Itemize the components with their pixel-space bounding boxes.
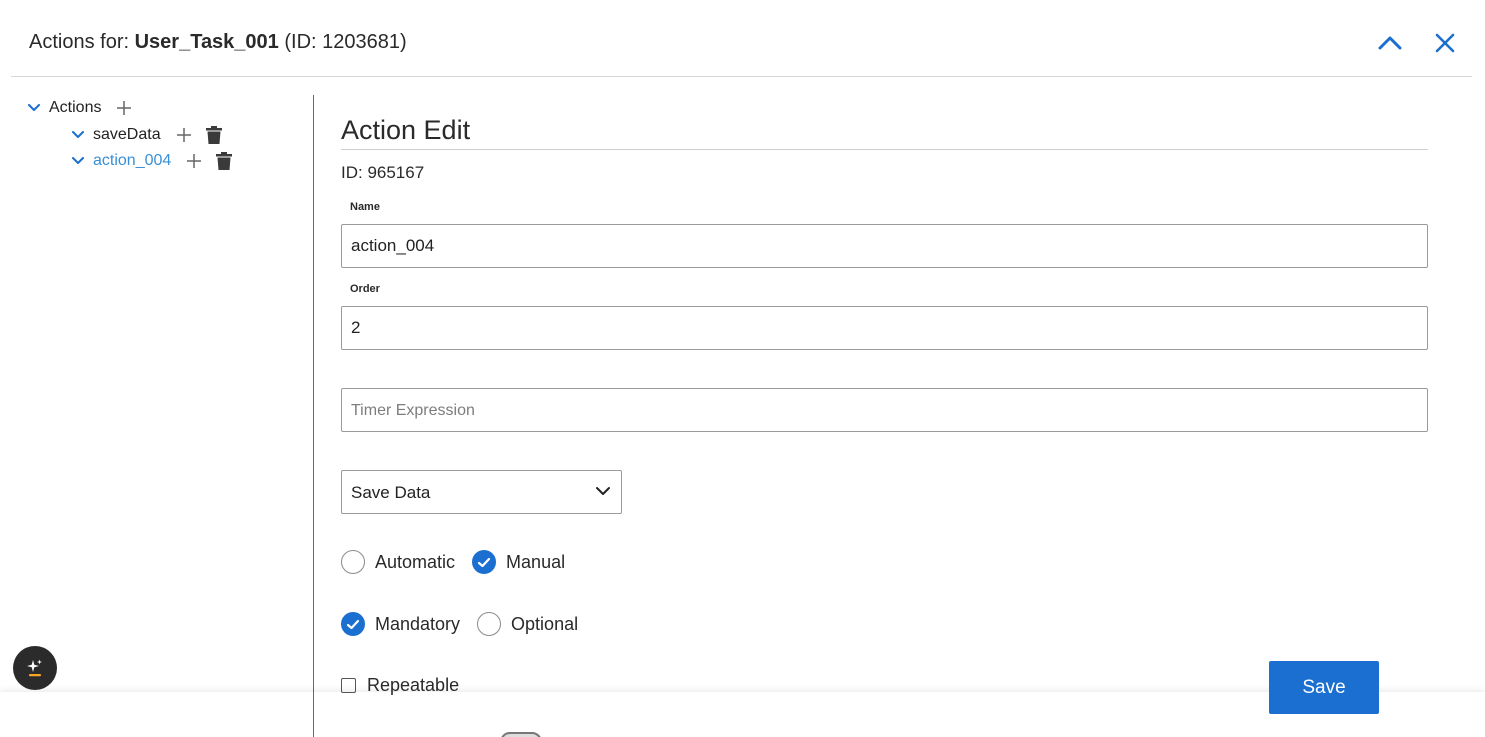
tree-item-action-004: action_004 [71,149,233,173]
actions-tree: Actions saveData action_004 [0,95,313,737]
radio-unchecked[interactable] [477,612,502,636]
task-name: User_Task_001 [134,31,279,53]
check-icon [477,557,491,567]
chevron-down-icon[interactable] [27,101,41,115]
order-field-box [341,306,1428,350]
timer-field-box [341,388,1428,432]
dialog-header: Actions for: User_Task_001 (ID: 1203681) [11,0,1472,77]
tree-item-label[interactable]: action_004 [93,152,171,170]
timer-expression-field[interactable] [342,389,1427,431]
collapse-button[interactable] [1375,28,1405,58]
close-icon [1435,33,1455,53]
add-icon[interactable] [115,99,133,117]
trash-icon[interactable] [205,126,223,144]
save-button[interactable]: Save [1269,661,1379,714]
action-editor-dialog: Actions for: User_Task_001 (ID: 1203681)… [0,0,1485,737]
radio-checked[interactable] [341,612,365,636]
tree-root-label[interactable]: Actions [49,99,101,117]
radio-label: Mandatory [375,613,461,634]
name-field-box [341,224,1428,268]
repeatable-label: Repeatable [367,675,460,695]
add-icon[interactable] [175,126,193,144]
chevron-down-icon[interactable] [71,128,85,142]
tree-root-actions: Actions [27,96,133,120]
radio-label: Automatic [375,551,456,572]
radio-label: Manual [506,551,566,572]
dialog-title: Actions for: User_Task_001 (ID: 1203681) [29,31,407,54]
title-divider [341,149,1428,150]
name-field[interactable] [342,225,1427,267]
title-prefix: Actions for: [29,31,135,53]
task-id: (ID: 1203681) [284,31,407,53]
form-title: Action Edit [341,115,471,145]
radio-optional[interactable]: Optional [477,612,578,636]
action-id: ID: 965167 [341,163,425,182]
radio-unchecked[interactable] [341,550,365,574]
radio-manual[interactable]: Manual [472,550,565,574]
trash-icon[interactable] [215,152,233,170]
name-label: Name [350,201,380,213]
requirement-radio-group: Mandatory Optional [341,610,595,638]
sparkle-icon [27,659,42,677]
chevron-up-icon [1378,36,1402,50]
close-button[interactable] [1430,28,1460,58]
radio-label: Optional [511,613,579,634]
trigger-radio-group: Automatic Manual [341,548,582,576]
radio-checked[interactable] [472,550,497,574]
tree-item-savedata: saveData [71,123,223,147]
panel-divider [313,95,314,737]
radio-mandatory[interactable]: Mandatory [341,612,460,636]
toggle-switch[interactable] [500,732,542,737]
repeatable-checkbox-row[interactable]: Repeatable [341,675,459,696]
repeatable-checkbox[interactable] [341,678,356,693]
ai-assistant-button[interactable] [13,646,57,690]
chevron-down-icon[interactable] [71,154,85,168]
order-field[interactable] [342,307,1427,349]
tree-item-label[interactable]: saveData [93,126,161,144]
radio-automatic[interactable]: Automatic [341,550,455,574]
add-icon[interactable] [185,152,203,170]
action-type-value: Save Data [351,483,431,502]
chevron-down-icon [595,484,611,502]
check-icon [346,619,360,629]
order-label: Order [350,283,380,295]
action-type-select[interactable]: Save Data [341,470,622,514]
